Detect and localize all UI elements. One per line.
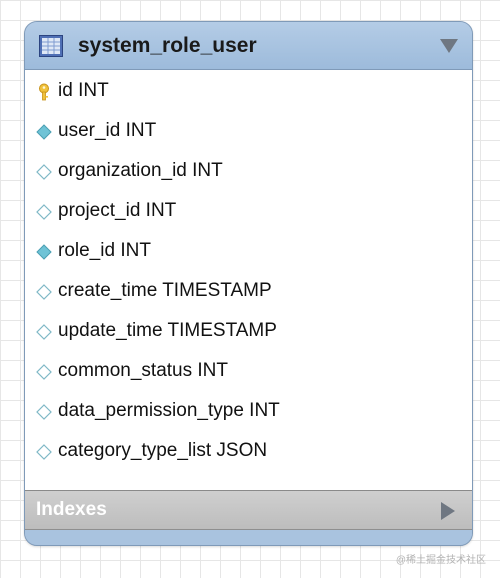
column-label: user_id INT <box>58 120 157 141</box>
table-footer <box>25 530 472 545</box>
column-row[interactable]: data_permission_type INT <box>25 397 472 425</box>
table-header[interactable]: system_role_user <box>25 22 472 70</box>
column-list: id INT user_id INT organization_id INT p… <box>25 70 472 491</box>
column-row[interactable]: role_id INT <box>25 237 472 265</box>
column-row[interactable]: organization_id INT <box>25 157 472 185</box>
column-row[interactable]: category_type_list JSON <box>25 437 472 465</box>
column-row[interactable]: create_time TIMESTAMP <box>25 277 472 305</box>
empty-diamond-icon <box>35 403 53 421</box>
column-label: id INT <box>58 80 109 101</box>
collapse-arrow-icon[interactable] <box>440 39 458 53</box>
column-row[interactable]: update_time TIMESTAMP <box>25 317 472 345</box>
empty-diamond-icon <box>35 163 53 181</box>
empty-diamond-icon <box>35 283 53 301</box>
empty-diamond-icon <box>35 323 53 341</box>
column-label: category_type_list JSON <box>58 440 268 461</box>
watermark: @稀土掘金技术社区 <box>395 555 486 566</box>
primary-key-icon <box>35 83 53 101</box>
column-row[interactable]: id INT <box>25 77 472 105</box>
column-label: create_time TIMESTAMP <box>58 280 272 301</box>
indexes-label: Indexes <box>36 499 107 520</box>
entity-table: system_role_user id INT user_id INT orga… <box>24 21 473 546</box>
empty-diamond-icon <box>35 363 53 381</box>
column-label: common_status INT <box>58 360 228 381</box>
column-label: data_permission_type INT <box>58 400 280 421</box>
empty-diamond-icon <box>35 443 53 461</box>
column-label: update_time TIMESTAMP <box>58 320 277 341</box>
filled-diamond-icon <box>35 123 53 141</box>
column-row[interactable]: project_id INT <box>25 197 472 225</box>
table-title: system_role_user <box>78 34 257 57</box>
column-row[interactable]: common_status INT <box>25 357 472 385</box>
column-row[interactable]: user_id INT <box>25 117 472 145</box>
expand-arrow-icon[interactable] <box>441 502 455 520</box>
filled-diamond-icon <box>35 243 53 261</box>
table-icon <box>39 35 63 57</box>
column-label: role_id INT <box>58 240 151 261</box>
empty-diamond-icon <box>35 203 53 221</box>
column-label: organization_id INT <box>58 160 223 181</box>
indexes-section[interactable]: Indexes <box>25 491 472 530</box>
column-label: project_id INT <box>58 200 177 221</box>
